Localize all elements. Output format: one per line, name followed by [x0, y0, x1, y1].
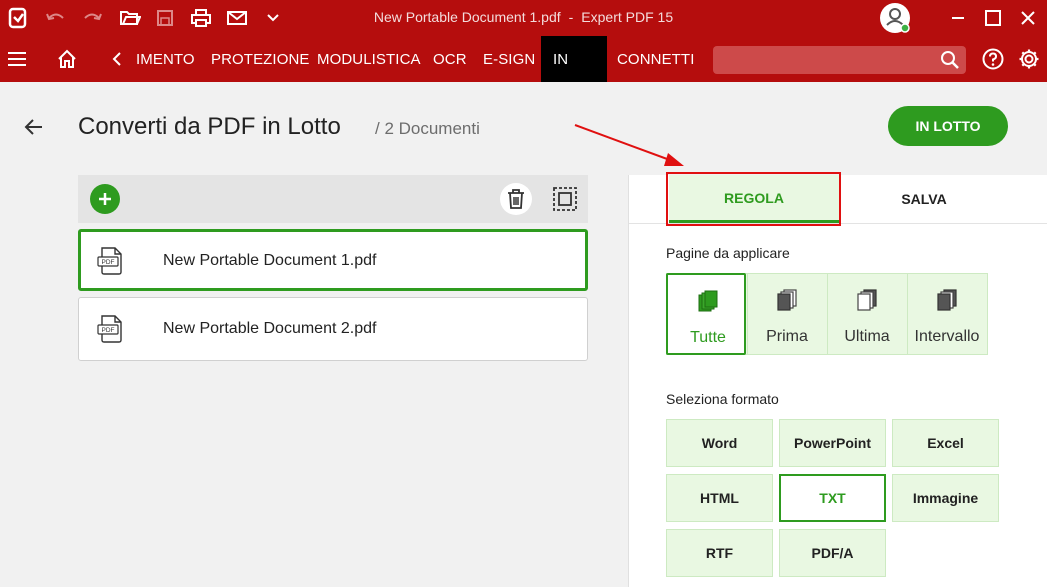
pdf-icon-label: PDF: [102, 327, 115, 334]
format-section-label: Seleziona formato: [666, 391, 779, 407]
page-option-label: Prima: [766, 328, 808, 345]
first-page-icon: [777, 289, 797, 311]
back-arrow-icon[interactable]: [22, 115, 46, 139]
tab-in-active[interactable]: IN: [541, 36, 607, 82]
document-name: New Portable Document 1.pdf: [373, 9, 561, 25]
format-word-button[interactable]: Word: [666, 419, 773, 467]
page-title: Converti da PDF in Lotto: [78, 113, 341, 140]
last-page-icon: [857, 289, 877, 311]
page-option-prima[interactable]: Prima: [747, 274, 827, 354]
settings-icon[interactable]: [1017, 47, 1041, 71]
pdf-file-icon: PDF: [97, 315, 122, 343]
select-all-button[interactable]: [549, 183, 581, 215]
tab-connetti[interactable]: CONNETTI: [617, 36, 694, 82]
file-row-1[interactable]: PDF New Portable Document 1.pdf: [78, 229, 588, 291]
hamburger-menu-icon[interactable]: [5, 47, 29, 71]
tab-documento[interactable]: IMENTO: [136, 36, 195, 82]
user-avatar-icon[interactable]: [879, 2, 911, 34]
all-pages-icon: [698, 290, 718, 312]
home-icon[interactable]: [55, 47, 79, 71]
minimize-icon[interactable]: [944, 4, 972, 32]
trash-icon: [508, 189, 524, 209]
file-name: New Portable Document 1.pdf: [163, 252, 377, 269]
format-pdfa-button[interactable]: PDF/A: [779, 529, 886, 577]
document-count: / 2 Documenti: [375, 119, 480, 138]
title-bar: New Portable Document 1.pdf - Expert PDF 1…: [0, 0, 1047, 36]
page-options-group: Tutte Prima Ultima Intervallo: [666, 273, 988, 355]
tab-ocr[interactable]: OCR: [433, 36, 467, 82]
pages-section-label: Pagine da applicare: [666, 245, 790, 261]
file-row-2[interactable]: PDF New Portable Document 2.pdf: [78, 297, 588, 361]
pdf-file-icon: PDF: [97, 247, 122, 275]
add-file-button[interactable]: [90, 184, 120, 214]
search-input[interactable]: [713, 46, 966, 74]
annotation-highlight-box: [666, 172, 841, 226]
chevron-left-icon[interactable]: [105, 47, 129, 71]
app-name: Expert PDF 15: [581, 9, 674, 25]
tab-salva[interactable]: SALVA: [839, 175, 1009, 223]
tab-protezione[interactable]: PROTEZIONE: [211, 36, 310, 82]
settings-panel: REGOLA SALVA Pagine da applicare Tutte P…: [628, 175, 1047, 587]
maximize-icon[interactable]: [979, 4, 1007, 32]
select-all-icon: [553, 187, 577, 211]
annotation-arrow: [574, 124, 684, 166]
ribbon-nav: IMENTO PROTEZIONE MODULISTICA OCR E-SIGN…: [0, 36, 1047, 82]
page-option-label: Tutte: [690, 329, 726, 346]
page-option-intervallo[interactable]: Intervallo: [907, 274, 987, 354]
format-immagine-button[interactable]: Immagine: [892, 474, 999, 522]
in-lotto-button[interactable]: IN LOTTO: [888, 106, 1008, 146]
format-powerpoint-button[interactable]: PowerPoint: [779, 419, 886, 467]
page-range-icon: [937, 289, 957, 311]
plus-icon: [99, 193, 111, 205]
format-excel-button[interactable]: Excel: [892, 419, 999, 467]
page-option-tutte[interactable]: Tutte: [666, 273, 746, 355]
page-option-ultima[interactable]: Ultima: [827, 274, 907, 354]
help-icon[interactable]: [981, 47, 1005, 71]
close-icon[interactable]: [1014, 4, 1042, 32]
format-html-button[interactable]: HTML: [666, 474, 773, 522]
file-list-toolbar: [78, 175, 588, 223]
page-option-label: Ultima: [844, 328, 890, 345]
search-icon[interactable]: [940, 50, 960, 70]
title-separator: -: [568, 9, 574, 25]
tab-modulistica[interactable]: MODULISTICA: [317, 36, 421, 82]
pdf-icon-label: PDF: [102, 259, 115, 266]
file-name: New Portable Document 2.pdf: [163, 320, 377, 337]
tab-esign[interactable]: E-SIGN: [483, 36, 535, 82]
format-txt-button[interactable]: TXT: [779, 474, 886, 522]
format-rtf-button[interactable]: RTF: [666, 529, 773, 577]
delete-button[interactable]: [500, 183, 532, 215]
page-option-label: Intervallo: [914, 328, 980, 345]
